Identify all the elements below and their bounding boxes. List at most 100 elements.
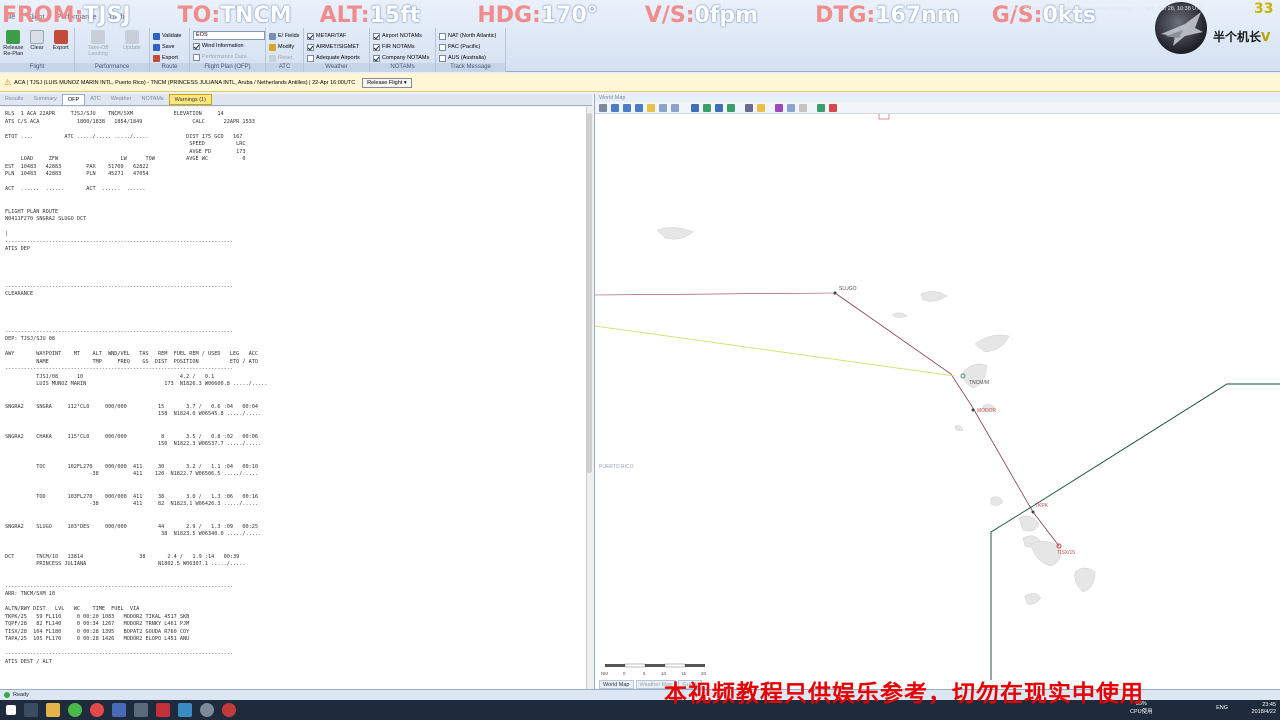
airmet-sigmet-checkbox[interactable]: AIRMET/SIGMET bbox=[307, 42, 360, 52]
layer-navaids-icon[interactable] bbox=[727, 103, 735, 112]
e-fields-button[interactable]: E/ Fields bbox=[269, 31, 299, 41]
app-icon[interactable] bbox=[134, 703, 148, 717]
island-sombrero bbox=[892, 312, 908, 318]
layer-tracks-icon[interactable] bbox=[787, 103, 795, 112]
search-icon[interactable] bbox=[24, 703, 38, 717]
wind-information-checkbox[interactable]: Wind Information bbox=[193, 41, 265, 51]
airport-marker-tncm[interactable] bbox=[878, 114, 890, 120]
hud-vs-value: 0fpm bbox=[694, 2, 759, 28]
performance-data-checkbox[interactable]: Performance Data bbox=[193, 52, 265, 62]
layer-extra-icon[interactable] bbox=[799, 103, 807, 112]
scrollbar-thumb[interactable] bbox=[587, 113, 592, 473]
zoom-out-icon[interactable] bbox=[623, 103, 631, 112]
arrow-icon[interactable] bbox=[671, 103, 679, 112]
ruler-icon[interactable] bbox=[817, 103, 825, 112]
zoom-in-icon[interactable] bbox=[611, 103, 619, 112]
taskbar-item-nav[interactable]: Nav: ?H:10.34 bbox=[1010, 6, 1045, 12]
record-icon[interactable] bbox=[222, 703, 236, 717]
layer-sigmet-icon[interactable] bbox=[775, 103, 783, 112]
pfpx-icon[interactable] bbox=[200, 703, 214, 717]
hud-to-key: TO: bbox=[177, 2, 221, 28]
map-title: World Map bbox=[595, 94, 1280, 102]
x-icon[interactable] bbox=[178, 703, 192, 717]
export-icon bbox=[153, 54, 160, 62]
release-flight-dropdown[interactable]: Release Flight ▾ bbox=[362, 77, 412, 88]
layer-airports-icon[interactable] bbox=[703, 103, 711, 112]
waypoint-modor[interactable] bbox=[971, 408, 975, 412]
adequate-airports-checkbox[interactable]: Adequate Airports bbox=[307, 53, 360, 63]
settings-icon[interactable] bbox=[829, 103, 837, 112]
pac-checkbox[interactable]: PAC (Pacific) bbox=[439, 42, 496, 52]
save-button[interactable]: Save bbox=[153, 42, 181, 52]
checkbox-icon bbox=[307, 54, 314, 62]
nat-checkbox[interactable]: NAT (North Atlantic) bbox=[439, 31, 496, 41]
fir-notams-checkbox[interactable]: FIR NOTAMs bbox=[373, 42, 429, 52]
update-icon bbox=[125, 30, 139, 44]
map-canvas[interactable]: SLUGO TNCM/M MODOR TKPK TISX/15 PUERTO R… bbox=[595, 114, 1280, 680]
hud-alt-value: 15ft bbox=[369, 2, 421, 28]
clear-icon bbox=[30, 30, 44, 44]
waypoint-tkpk[interactable] bbox=[1031, 510, 1035, 514]
print-icon[interactable] bbox=[599, 103, 607, 112]
taskbar-running-apps: Nav: ?H:10.34 WX Up-ding Airline Up-ding… bbox=[1010, 6, 1204, 12]
crosshair-icon[interactable] bbox=[659, 103, 667, 112]
taskbar-item-sim[interactable]: Sim: Apr 28, 10:38 UTC bbox=[1146, 6, 1204, 12]
layer-airways-icon[interactable] bbox=[691, 103, 699, 112]
metar-taf-checkbox[interactable]: METAR/TAF bbox=[307, 31, 360, 41]
ofp-format-combo[interactable]: EOS bbox=[193, 31, 265, 40]
scale-tick-1: 5 bbox=[643, 671, 646, 676]
hud-from-value: TJSJ bbox=[83, 2, 131, 28]
tab-ofp[interactable]: OFP bbox=[61, 94, 86, 105]
label-tncm: TNCM/M bbox=[969, 380, 989, 386]
start-icon[interactable] bbox=[6, 705, 16, 715]
pdf-icon[interactable] bbox=[156, 703, 170, 717]
layer-grid-icon[interactable] bbox=[745, 103, 753, 112]
tab-results[interactable]: Results bbox=[0, 94, 28, 105]
checkbox-icon bbox=[307, 43, 314, 51]
tab-weather[interactable]: Weather bbox=[106, 94, 137, 105]
layer-fir-icon[interactable] bbox=[715, 103, 723, 112]
map-toolbar bbox=[595, 102, 1280, 114]
pan-icon[interactable] bbox=[647, 103, 655, 112]
waypoint-slugo[interactable] bbox=[833, 291, 837, 295]
weather-group-label: Weather bbox=[304, 63, 369, 72]
ofp-scrollbar[interactable] bbox=[586, 107, 592, 689]
tab-world-map[interactable]: World Map bbox=[599, 680, 634, 689]
reset-icon bbox=[269, 54, 276, 62]
chrome-icon[interactable] bbox=[90, 703, 104, 717]
explorer-icon[interactable] bbox=[46, 703, 60, 717]
tray-time[interactable]: 23:45 bbox=[1252, 702, 1276, 709]
zoom-extent-icon[interactable] bbox=[635, 103, 643, 112]
chevron-down-icon: ▾ bbox=[403, 79, 407, 86]
taskbar-item-wx[interactable]: WX Up-ding bbox=[1055, 6, 1085, 12]
airport-notams-checkbox[interactable]: Airport NOTAMs bbox=[373, 31, 429, 41]
taskbar-item-airline[interactable]: Airline Up-ding... bbox=[1095, 6, 1136, 12]
tab-atc[interactable]: ATC bbox=[85, 94, 106, 105]
tab-notams[interactable]: NOTAMs bbox=[136, 94, 168, 105]
wechat-icon[interactable] bbox=[68, 703, 82, 717]
aus-checkbox[interactable]: AUS (Australia) bbox=[439, 53, 496, 63]
reset-button[interactable]: Reset bbox=[269, 53, 299, 63]
tray-date[interactable]: 2018/4/22 bbox=[1252, 709, 1276, 716]
route-export-button[interactable]: Export bbox=[153, 53, 181, 63]
validate-button[interactable]: Validate bbox=[153, 31, 181, 41]
label-slugo: SLUGO bbox=[839, 286, 857, 292]
modify-button[interactable]: Modify bbox=[269, 42, 299, 52]
tab-warnings[interactable]: Warnings (1) bbox=[168, 94, 212, 105]
checkbox-icon bbox=[373, 54, 380, 62]
warning-icon: ⚠ bbox=[4, 78, 12, 87]
layer-weather-icon[interactable] bbox=[757, 103, 765, 112]
language-indicator[interactable]: ENG bbox=[1216, 705, 1228, 712]
steam-icon[interactable] bbox=[112, 703, 126, 717]
tab-summary[interactable]: Summary bbox=[28, 94, 62, 105]
hud-dtg-value: 167nm bbox=[875, 2, 960, 28]
checkbox-icon bbox=[439, 54, 446, 62]
system-tray: ENG 23:45 2018/4/22 bbox=[1216, 702, 1276, 716]
notams-group: Airport NOTAMs FIR NOTAMs Company NOTAMs… bbox=[370, 28, 436, 72]
ofp-document[interactable]: RLS 1 ACA 22APR TJSJ/SJU TNCM/SXM ELEVAT… bbox=[0, 107, 586, 689]
checkbox-icon bbox=[439, 32, 446, 40]
export-icon bbox=[53, 30, 68, 44]
island-barbuda bbox=[1074, 567, 1096, 593]
flight-group: Release Re-Plan Clear Export Flight bbox=[0, 28, 75, 72]
company-notams-checkbox[interactable]: Company NOTAMs bbox=[373, 53, 429, 63]
